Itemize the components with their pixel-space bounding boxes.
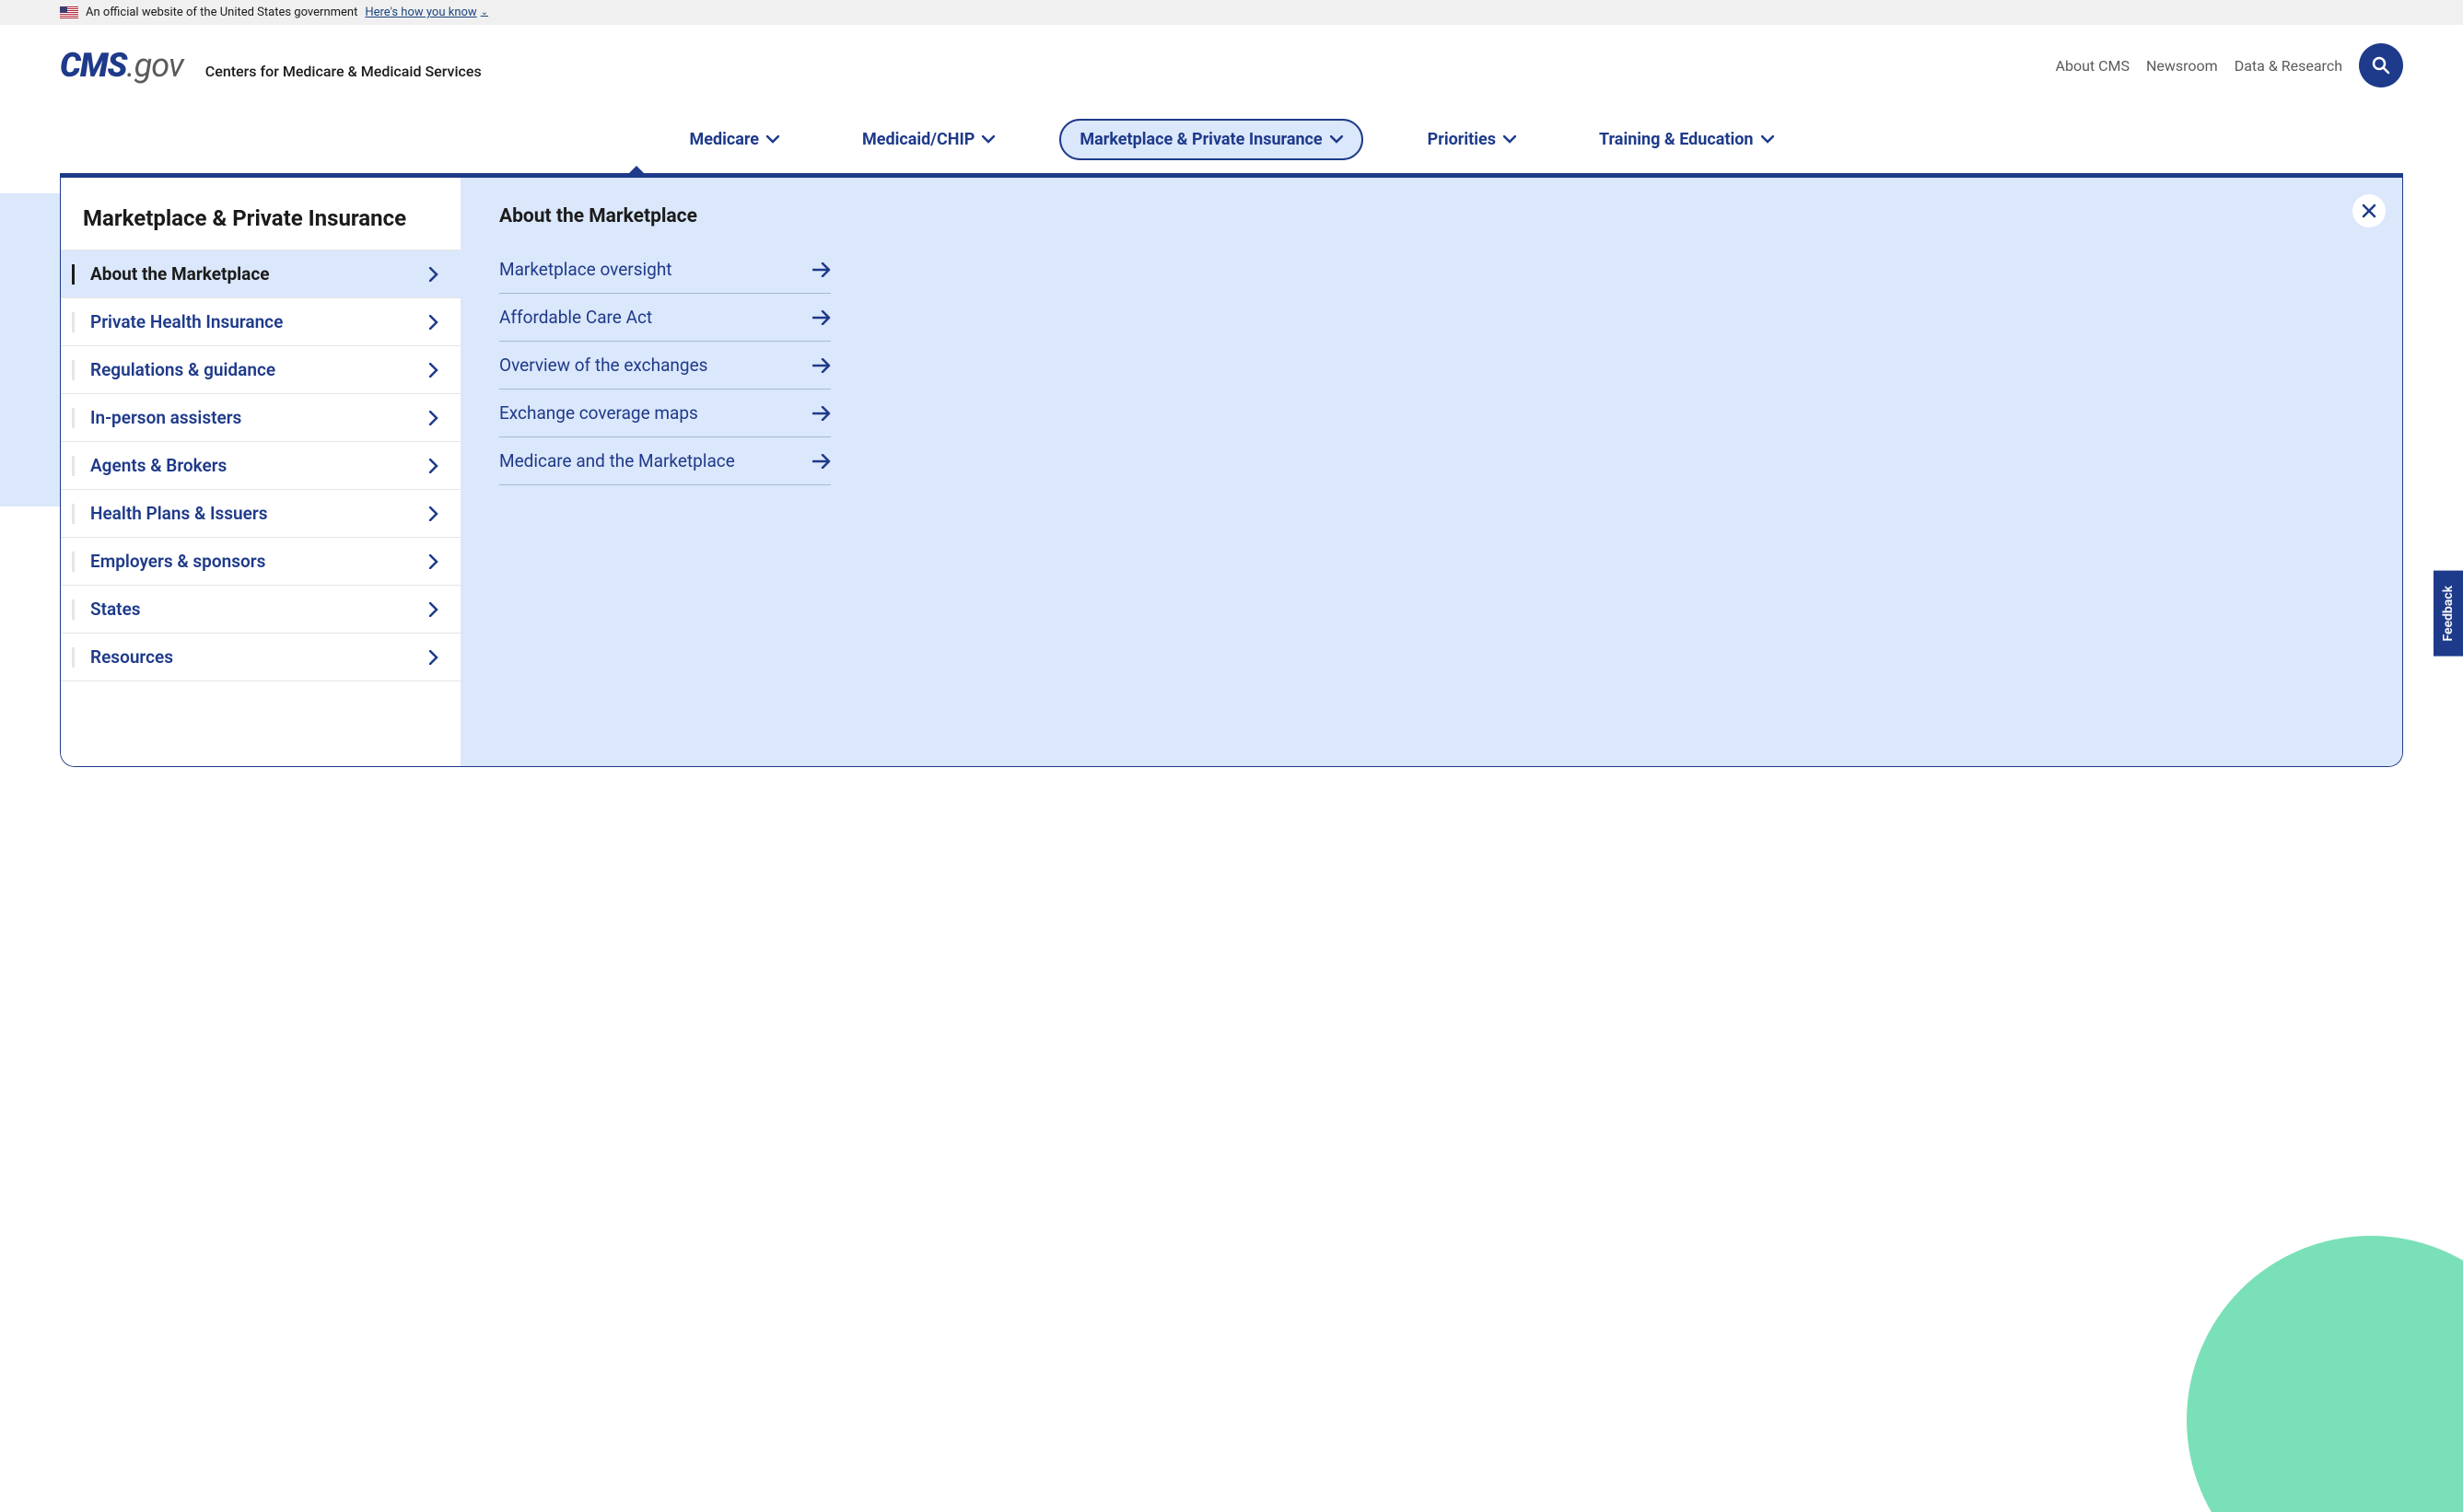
mega-left-item-regulations[interactable]: Regulations & guidance [61, 345, 461, 393]
header: CMS .gov Centers for Medicare & Medicaid… [0, 25, 2463, 106]
chevron-down-icon [1503, 135, 1516, 144]
mega-left-label: Private Health Insurance [83, 311, 283, 332]
mega-right-label: Affordable Care Act [499, 307, 652, 328]
arrow-right-icon [812, 406, 831, 421]
mega-left-label: In-person assisters [83, 407, 241, 428]
logo-cms-text: CMS [60, 46, 126, 85]
nav-item-label: Medicare [689, 130, 759, 149]
mega-right-title: About the Marketplace [499, 205, 2364, 227]
mega-right-label: Medicare and the Marketplace [499, 450, 735, 471]
mega-left-item-in-person-assisters[interactable]: In-person assisters [61, 393, 461, 441]
chevron-right-icon [429, 650, 438, 665]
search-button[interactable] [2359, 43, 2403, 87]
header-right: About CMS Newsroom Data & Research [2056, 43, 2403, 87]
mega-left-item-resources[interactable]: Resources [61, 633, 461, 681]
gov-banner-text: An official website of the United States… [86, 6, 357, 19]
chevron-right-icon [429, 459, 438, 473]
nav-item-marketplace[interactable]: Marketplace & Private Insurance [1059, 119, 1362, 160]
nav-item-training-education[interactable]: Training & Education [1581, 119, 1792, 160]
nav-item-priorities[interactable]: Priorities [1409, 119, 1535, 160]
chevron-right-icon [429, 602, 438, 617]
mega-right-label: Marketplace oversight [499, 259, 672, 280]
nav-item-label: Training & Education [1599, 130, 1754, 149]
mega-right-item-overview-exchanges[interactable]: Overview of the exchanges [499, 342, 831, 390]
background-left-shape [0, 193, 60, 506]
mega-menu-right-panel: About the Marketplace Marketplace oversi… [461, 178, 2402, 766]
arrow-right-icon [812, 358, 831, 373]
header-left: CMS .gov Centers for Medicare & Medicaid… [60, 46, 482, 85]
mega-right-item-affordable-care-act[interactable]: Affordable Care Act [499, 294, 831, 342]
chevron-right-icon [429, 506, 438, 521]
chevron-right-icon [429, 363, 438, 378]
mega-left-item-health-plans-issuers[interactable]: Health Plans & Issuers [61, 489, 461, 537]
mega-right-item-marketplace-oversight[interactable]: Marketplace oversight [499, 246, 831, 294]
chevron-down-icon [982, 135, 995, 144]
gov-banner: An official website of the United States… [0, 0, 2463, 25]
gov-banner-link-label: Here's how you know [365, 6, 476, 19]
search-icon [2372, 56, 2390, 75]
nav-active-arrow-indicator [627, 166, 646, 175]
feedback-tab[interactable]: Feedback [2434, 571, 2463, 657]
logo-gov-text: .gov [126, 46, 182, 85]
mega-left-item-about-marketplace[interactable]: About the Marketplace [61, 250, 461, 297]
logo-subtitle: Centers for Medicare & Medicaid Services [205, 63, 482, 80]
main-nav: Medicare Medicaid/CHIP Marketplace & Pri… [0, 106, 2463, 173]
close-button[interactable] [2352, 194, 2386, 227]
nav-item-medicare[interactable]: Medicare [671, 119, 798, 160]
mega-left-label: Resources [83, 646, 173, 668]
arrow-right-icon [812, 310, 831, 325]
mega-left-label: Agents & Brokers [83, 455, 227, 476]
close-icon [2362, 204, 2376, 218]
mega-right-label: Overview of the exchanges [499, 355, 707, 376]
chevron-down-icon: ⌄ [481, 7, 488, 17]
mega-menu: Marketplace & Private Insurance About th… [60, 178, 2403, 767]
mega-right-item-exchange-coverage-maps[interactable]: Exchange coverage maps [499, 390, 831, 437]
chevron-down-icon [1330, 135, 1343, 144]
nav-item-label: Medicaid/CHIP [862, 130, 975, 149]
arrow-right-icon [812, 454, 831, 469]
mega-left-label: Employers & sponsors [83, 551, 265, 572]
chevron-right-icon [429, 315, 438, 330]
arrow-right-icon [812, 262, 831, 277]
background-circle-shape [2187, 1236, 2463, 1512]
mega-right-item-medicare-marketplace[interactable]: Medicare and the Marketplace [499, 437, 831, 485]
gov-banner-how-you-know-link[interactable]: Here's how you know ⌄ [365, 6, 488, 19]
nav-item-medicaid-chip[interactable]: Medicaid/CHIP [844, 119, 1013, 160]
header-link-newsroom[interactable]: Newsroom [2146, 57, 2218, 75]
nav-item-label: Priorities [1428, 130, 1496, 149]
mega-left-item-private-health-insurance[interactable]: Private Health Insurance [61, 297, 461, 345]
chevron-right-icon [429, 411, 438, 425]
header-link-about-cms[interactable]: About CMS [2056, 57, 2130, 75]
chevron-right-icon [429, 267, 438, 282]
chevron-down-icon [1761, 135, 1774, 144]
mega-left-item-agents-brokers[interactable]: Agents & Brokers [61, 441, 461, 489]
mega-left-label: States [83, 599, 141, 620]
nav-item-label: Marketplace & Private Insurance [1080, 130, 1322, 149]
mega-left-item-states[interactable]: States [61, 585, 461, 633]
mega-menu-title: Marketplace & Private Insurance [61, 178, 461, 250]
cms-logo[interactable]: CMS .gov [60, 46, 183, 85]
mega-left-label: Health Plans & Issuers [83, 503, 267, 524]
mega-left-item-employers-sponsors[interactable]: Employers & sponsors [61, 537, 461, 585]
chevron-down-icon [766, 135, 779, 144]
mega-left-label: About the Marketplace [83, 263, 269, 285]
mega-right-label: Exchange coverage maps [499, 402, 698, 424]
mega-menu-left-panel: Marketplace & Private Insurance About th… [61, 178, 461, 766]
us-flag-icon [60, 6, 78, 18]
chevron-right-icon [429, 554, 438, 569]
header-link-data-research[interactable]: Data & Research [2235, 57, 2342, 75]
mega-left-label: Regulations & guidance [83, 359, 275, 380]
